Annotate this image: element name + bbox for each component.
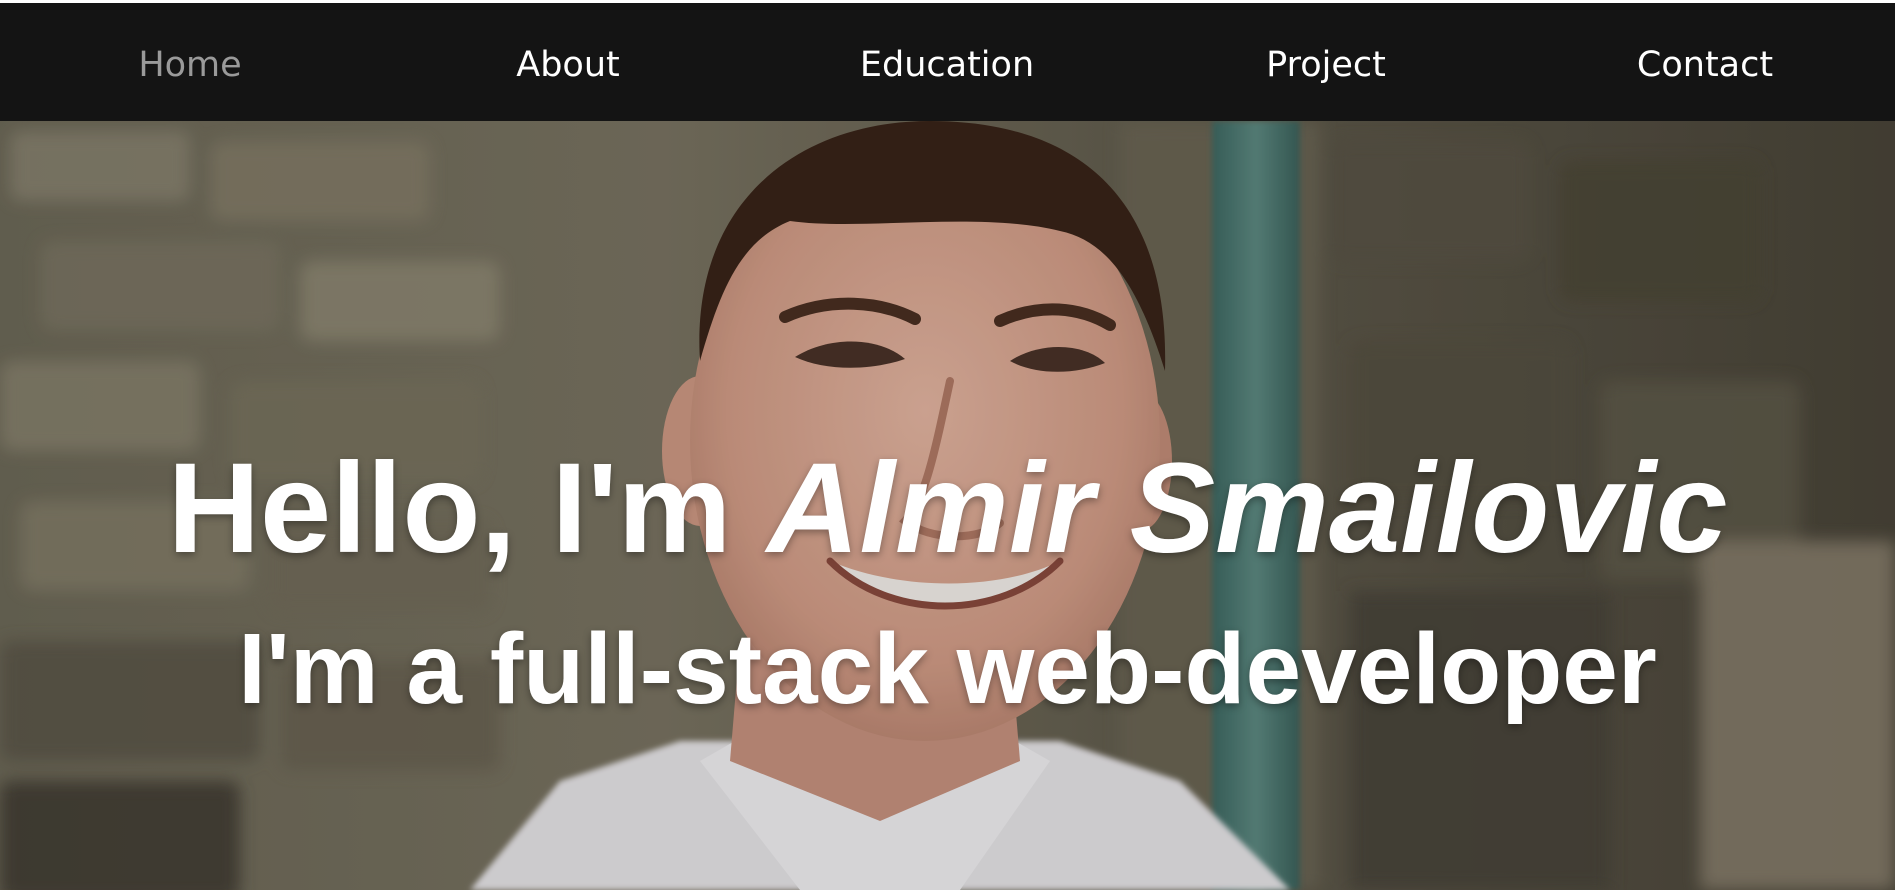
navbar: Home About Education Project Contact	[0, 3, 1895, 121]
portfolio-page: Home About Education Project Contact Hel…	[0, 0, 1895, 890]
nav-link-project[interactable]: Project	[1266, 3, 1386, 121]
nav-link-about[interactable]: About	[516, 3, 619, 121]
nav-link-contact[interactable]: Contact	[1637, 3, 1773, 121]
hero-name: Almir Smailovic	[767, 437, 1728, 580]
hero-section: Hello, I'm Almir Smailovic I'm a full-st…	[0, 121, 1895, 890]
nav-link-education[interactable]: Education	[860, 3, 1034, 121]
hero-tagline: I'm a full-stack web-developer	[238, 613, 1657, 725]
hero-title: Hello, I'm Almir Smailovic	[0, 439, 1895, 579]
nav-link-home[interactable]: Home	[138, 3, 241, 121]
greeting-text: Hello, I'm	[167, 437, 732, 580]
